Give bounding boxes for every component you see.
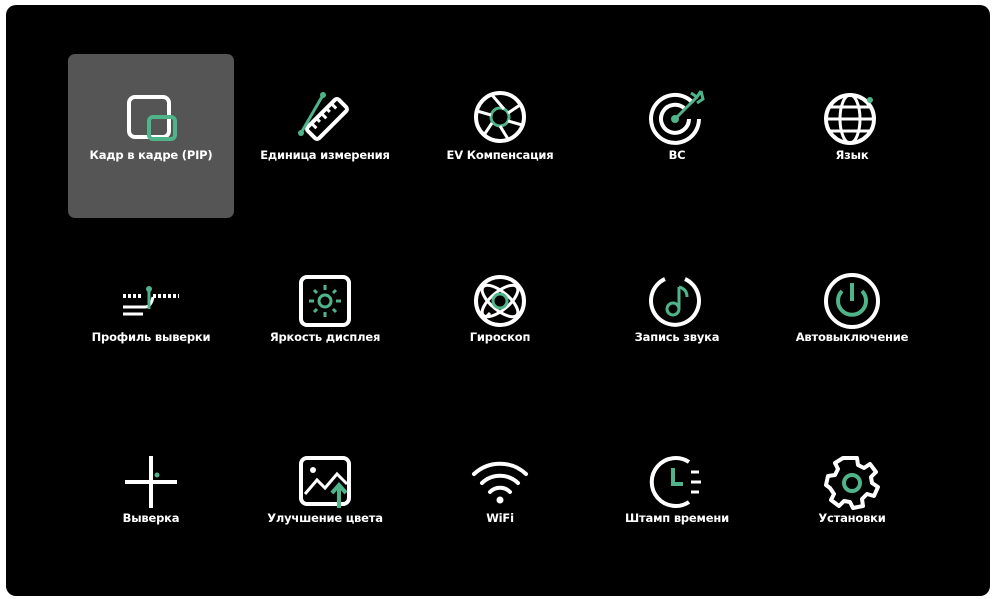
zeroing-profile-icon [119, 269, 183, 333]
menu-item-timestamp[interactable]: Штамп времени [594, 417, 760, 581]
settings-screen: Кадр в кадре (PIP) Единица измерения EV … [6, 5, 990, 596]
crosshair-icon [119, 450, 183, 514]
pip-icon [119, 87, 183, 151]
brightness-icon [293, 269, 357, 333]
aperture-icon [468, 87, 532, 151]
menu-item-gyroscope[interactable]: Гироскоп [417, 236, 583, 400]
menu-item-label: Установки [818, 511, 886, 525]
menu-item-label: Выверка [122, 511, 180, 525]
menu-item-label: Улучшение цвета [267, 511, 383, 525]
menu-item-label: Автовыключение [795, 330, 909, 344]
menu-item-label: Штамп времени [625, 511, 729, 525]
timestamp-icon [645, 450, 709, 514]
menu-item-label: Гироскоп [469, 330, 531, 344]
menu-item-label: Язык [835, 148, 869, 162]
ruler-icon [293, 87, 357, 151]
menu-item-label: Яркость дисплея [269, 330, 381, 344]
menu-item-audio-record[interactable]: Запись звука [594, 236, 760, 400]
menu-item-ev[interactable]: EV Компенсация [417, 54, 583, 218]
power-icon [820, 269, 884, 333]
menu-item-language[interactable]: Язык [769, 54, 935, 218]
wifi-icon [468, 450, 532, 514]
settings-gear-icon [820, 450, 884, 514]
menu-item-wifi[interactable]: WiFi [417, 417, 583, 581]
menu-item-auto-off[interactable]: Автовыключение [769, 236, 935, 400]
menu-item-label: Запись звука [634, 330, 720, 344]
menu-item-label: Единица измерения [260, 148, 390, 162]
menu-item-zeroing-profile[interactable]: Профиль выверки [68, 236, 234, 400]
menu-item-unit[interactable]: Единица измерения [242, 54, 408, 218]
menu-item-label: Кадр в кадре (PIP) [89, 148, 213, 162]
menu-item-label: BC [668, 148, 686, 162]
menu-item-display-brightness[interactable]: Яркость дисплея [242, 236, 408, 400]
color-enhance-icon [293, 450, 357, 514]
audio-record-icon [645, 269, 709, 333]
menu-item-zeroing[interactable]: Выверка [68, 417, 234, 581]
menu-item-label: Профиль выверки [91, 330, 211, 344]
menu-item-color-enhance[interactable]: Улучшение цвета [242, 417, 408, 581]
gyroscope-icon [468, 269, 532, 333]
target-icon [645, 87, 709, 151]
menu-item-label: WiFi [486, 511, 514, 525]
menu-item-bc[interactable]: BC [594, 54, 760, 218]
menu-item-pip[interactable]: Кадр в кадре (PIP) [68, 54, 234, 218]
menu-item-settings[interactable]: Установки [769, 417, 935, 581]
menu-item-label: EV Компенсация [446, 148, 554, 162]
globe-icon [820, 87, 884, 151]
